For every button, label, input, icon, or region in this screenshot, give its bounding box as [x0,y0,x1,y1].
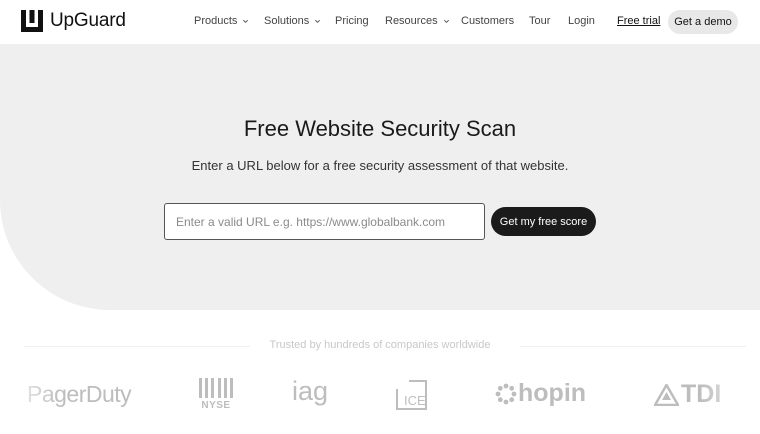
nav-item-pricing[interactable]: Pricing [335,15,369,27]
nav-item-label: Customers [461,15,515,27]
nav-item-label: Pricing [335,15,369,27]
hopin-mark-icon [495,383,517,404]
iag-logo: iag [292,376,329,406]
hopin-logo-label: hopin [518,379,587,407]
site-header: UpGuard Products Solutions Pricing Resou… [0,0,760,44]
free-trial-link[interactable]: Free trial [617,15,660,27]
nav-item-label: Login [568,15,595,27]
hero-subtitle: Enter a URL below for a free security as… [191,158,569,173]
nav-item-label: Resources [385,15,438,27]
hopin-logo: hopin [495,379,586,408]
customer-logos: PagerDuty NYSE iag ICE hopin [0,372,760,422]
nav-item-login[interactable]: Login [568,15,595,27]
nav-item-tour[interactable]: Tour [529,15,550,27]
nyse-logo-label: NYSE [201,400,231,411]
get-demo-button[interactable]: Get a demo [668,10,738,34]
hero-section: Free Website Security Scan Enter a URL b… [0,44,760,310]
url-input[interactable] [164,203,485,240]
get-free-score-button[interactable]: Get my free score [491,207,596,236]
tdi-mark-icon [654,383,679,406]
nav-item-products[interactable]: Products [194,15,249,27]
ice-logo-label: ICE [404,393,426,408]
nav-item-customers[interactable]: Customers [461,15,514,27]
nyse-columns-icon [199,378,233,398]
chevron-down-icon [243,19,249,23]
nyse-logo: NYSE [199,378,233,411]
logos-fade-left [0,372,60,422]
nav-item-label: Tour [529,15,551,27]
chevron-down-icon [443,19,449,23]
logos-fade-right [700,372,760,422]
nav-item-label: Solutions [264,15,310,27]
chevron-down-icon [315,19,321,23]
ice-logo: ICE [395,379,427,410]
page-title: Free Website Security Scan [243,116,517,141]
nav-item-solutions[interactable]: Solutions [264,15,321,27]
nav-item-label: Products [194,15,238,27]
trusted-heading: Trusted by hundreds of companies worldwi… [269,339,491,351]
nav-item-resources[interactable]: Resources [385,15,450,27]
